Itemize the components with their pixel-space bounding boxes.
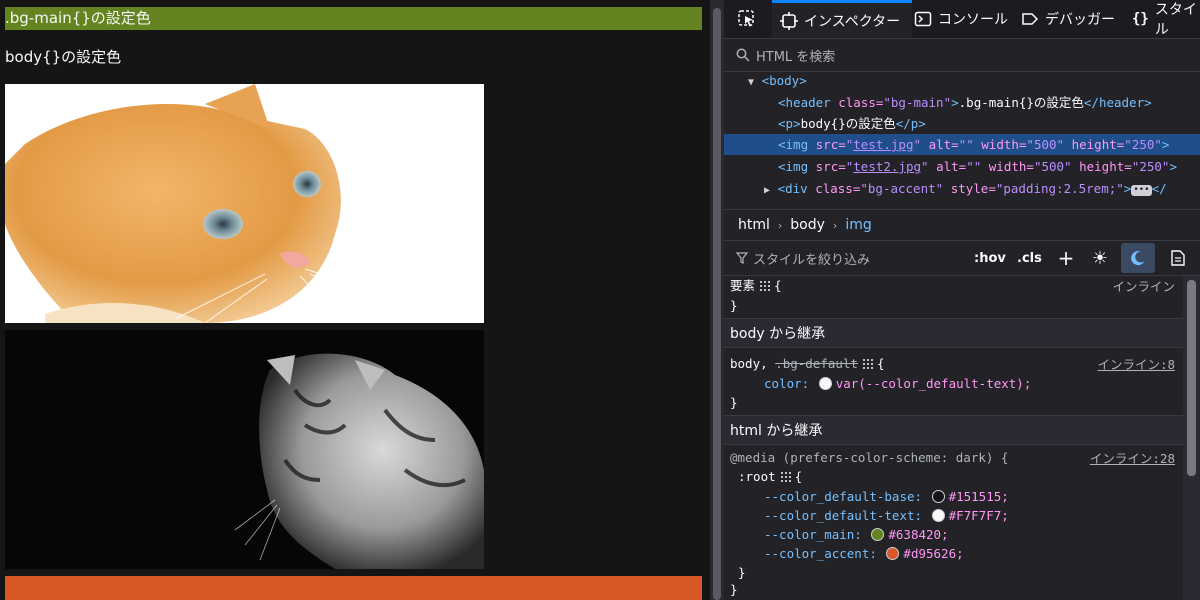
- root-rule-header[interactable]: :root{: [738, 467, 802, 486]
- media-rule-source-link[interactable]: インライン:28: [1090, 448, 1175, 467]
- document-icon: [1171, 250, 1185, 266]
- ellipsis-icon[interactable]: •••: [1131, 185, 1152, 196]
- page-scrollbar[interactable]: [710, 0, 724, 600]
- chevron-right-icon: ›: [777, 218, 783, 232]
- devtools-tabbar: インスペクター コンソール デバッガー {} スタイル: [724, 0, 1200, 39]
- bg-accent-block: [5, 576, 702, 600]
- grid-icon[interactable]: [861, 358, 873, 369]
- tab-console-label: コンソール: [938, 12, 1008, 28]
- html-search-bar[interactable]: HTML を検索: [724, 39, 1200, 72]
- print-media-button[interactable]: [1166, 241, 1190, 275]
- styles-filter-input[interactable]: スタイルを絞り込み: [753, 249, 953, 268]
- cls-button[interactable]: .cls: [1017, 251, 1042, 266]
- tree-node-img-selected[interactable]: <img src="test.jpg" alt="" width="500" h…: [724, 134, 1200, 155]
- filter-icon: [736, 252, 748, 264]
- page-viewport: .bg-main{}の設定色 body{}の設定色: [0, 0, 710, 600]
- media-query: @media (prefers-color-scheme: dark) {: [730, 450, 1009, 465]
- light-scheme-button[interactable]: ☀: [1088, 241, 1112, 275]
- devtools-panel: インスペクター コンソール デバッガー {} スタイル HTML を検索 ▼ <…: [724, 0, 1200, 600]
- element-rule-header[interactable]: 要素{: [730, 276, 782, 295]
- breadcrumb-html[interactable]: html: [738, 217, 770, 233]
- breadcrumb-body[interactable]: body: [790, 217, 825, 233]
- console-icon: [914, 11, 932, 27]
- tab-inspector-label: インスペクター: [804, 13, 901, 30]
- hov-button[interactable]: :hov: [974, 251, 1006, 266]
- chevron-right-icon: ›: [832, 218, 838, 232]
- tree-node-header[interactable]: <header class="bg-main">.bg-main{}の設定色</…: [724, 92, 1200, 113]
- var-declaration-accent[interactable]: --color_accent: #d95626;: [764, 544, 964, 563]
- tab-style-label: スタイル: [1154, 2, 1197, 38]
- root-rule-close: }: [738, 565, 746, 580]
- element-picker-button[interactable]: [732, 0, 762, 38]
- body-rule-header[interactable]: body, .bg-default{: [730, 354, 885, 373]
- tab-debugger[interactable]: デバッガー: [1021, 0, 1115, 38]
- plus-icon: +: [1057, 246, 1075, 270]
- body-rule-close: }: [730, 395, 738, 410]
- inspector-icon: [780, 11, 798, 30]
- element-rule-source: インライン: [1112, 279, 1175, 294]
- media-rule-close: }: [730, 582, 738, 597]
- html-search-placeholder: HTML を検索: [756, 49, 836, 65]
- kitten-image: [5, 84, 484, 323]
- body-paragraph: body{}の設定色: [5, 48, 122, 66]
- var-declaration-text[interactable]: --color_default-text: #F7F7F7;: [764, 506, 1009, 525]
- color-swatch-icon[interactable]: [818, 377, 832, 390]
- grid-icon[interactable]: [779, 471, 791, 482]
- expand-triangle-icon: ▼: [748, 77, 755, 88]
- tree-node-img[interactable]: <img src="test2.jpg" alt="" width="500" …: [724, 156, 1200, 177]
- color-swatch-icon[interactable]: [886, 547, 900, 560]
- moon-icon: [1131, 251, 1145, 266]
- color-swatch-icon[interactable]: [931, 509, 945, 522]
- color-swatch-icon[interactable]: [931, 490, 945, 503]
- add-rule-button[interactable]: +: [1054, 241, 1078, 275]
- tab-console[interactable]: コンソール: [914, 0, 1008, 38]
- tree-node-body[interactable]: ▼ <body>: [724, 70, 1200, 91]
- breadcrumb: html › body › img: [724, 209, 1200, 241]
- expand-triangle-icon[interactable]: ▶: [764, 185, 770, 196]
- tree-node-div[interactable]: ▶ <div class="bg-accent" style="padding:…: [724, 178, 1200, 199]
- rules-view: 要素{ インライン } body から継承 body, .bg-default{…: [724, 276, 1183, 600]
- markup-tree: ▼ <body> <header class="bg-main">.bg-mai…: [724, 72, 1200, 207]
- tab-debugger-label: デバッガー: [1045, 12, 1115, 28]
- braces-icon: {}: [1132, 11, 1149, 27]
- inherited-from-body: body から継承: [724, 318, 1183, 348]
- inherited-from-html: html から継承: [724, 415, 1183, 445]
- bg-main-header: .bg-main{}の設定色: [5, 7, 702, 30]
- color-swatch-icon[interactable]: [871, 528, 885, 541]
- search-icon: [736, 48, 750, 62]
- breadcrumb-img[interactable]: img: [845, 217, 871, 233]
- pick-element-icon: [738, 10, 754, 27]
- color-declaration[interactable]: color: var(--color_default-text);: [764, 374, 1031, 393]
- sun-icon: ☀: [1091, 247, 1109, 269]
- element-rule-close: }: [730, 298, 738, 313]
- var-declaration-main[interactable]: --color_main: #638420;: [764, 525, 949, 544]
- grid-icon[interactable]: [759, 280, 771, 291]
- tab-inspector[interactable]: インスペクター: [772, 0, 912, 38]
- var-declaration-base[interactable]: --color_default-base: #151515;: [764, 487, 1009, 506]
- rules-scrollbar[interactable]: [1183, 276, 1200, 600]
- rules-toolbar: スタイルを絞り込み :hov .cls + ☀: [724, 241, 1200, 276]
- body-rule-source-link[interactable]: インライン:8: [1097, 354, 1175, 373]
- tree-node-p[interactable]: <p>body{}の設定色</p>: [724, 113, 1200, 134]
- img-src-link[interactable]: test.jpg: [853, 137, 913, 152]
- img-src-link[interactable]: test2.jpg: [853, 159, 921, 174]
- tiger-image: [5, 330, 484, 569]
- tab-style-editor[interactable]: {} スタイル: [1132, 0, 1200, 38]
- dark-scheme-button[interactable]: [1121, 243, 1155, 273]
- debugger-icon: [1022, 13, 1039, 25]
